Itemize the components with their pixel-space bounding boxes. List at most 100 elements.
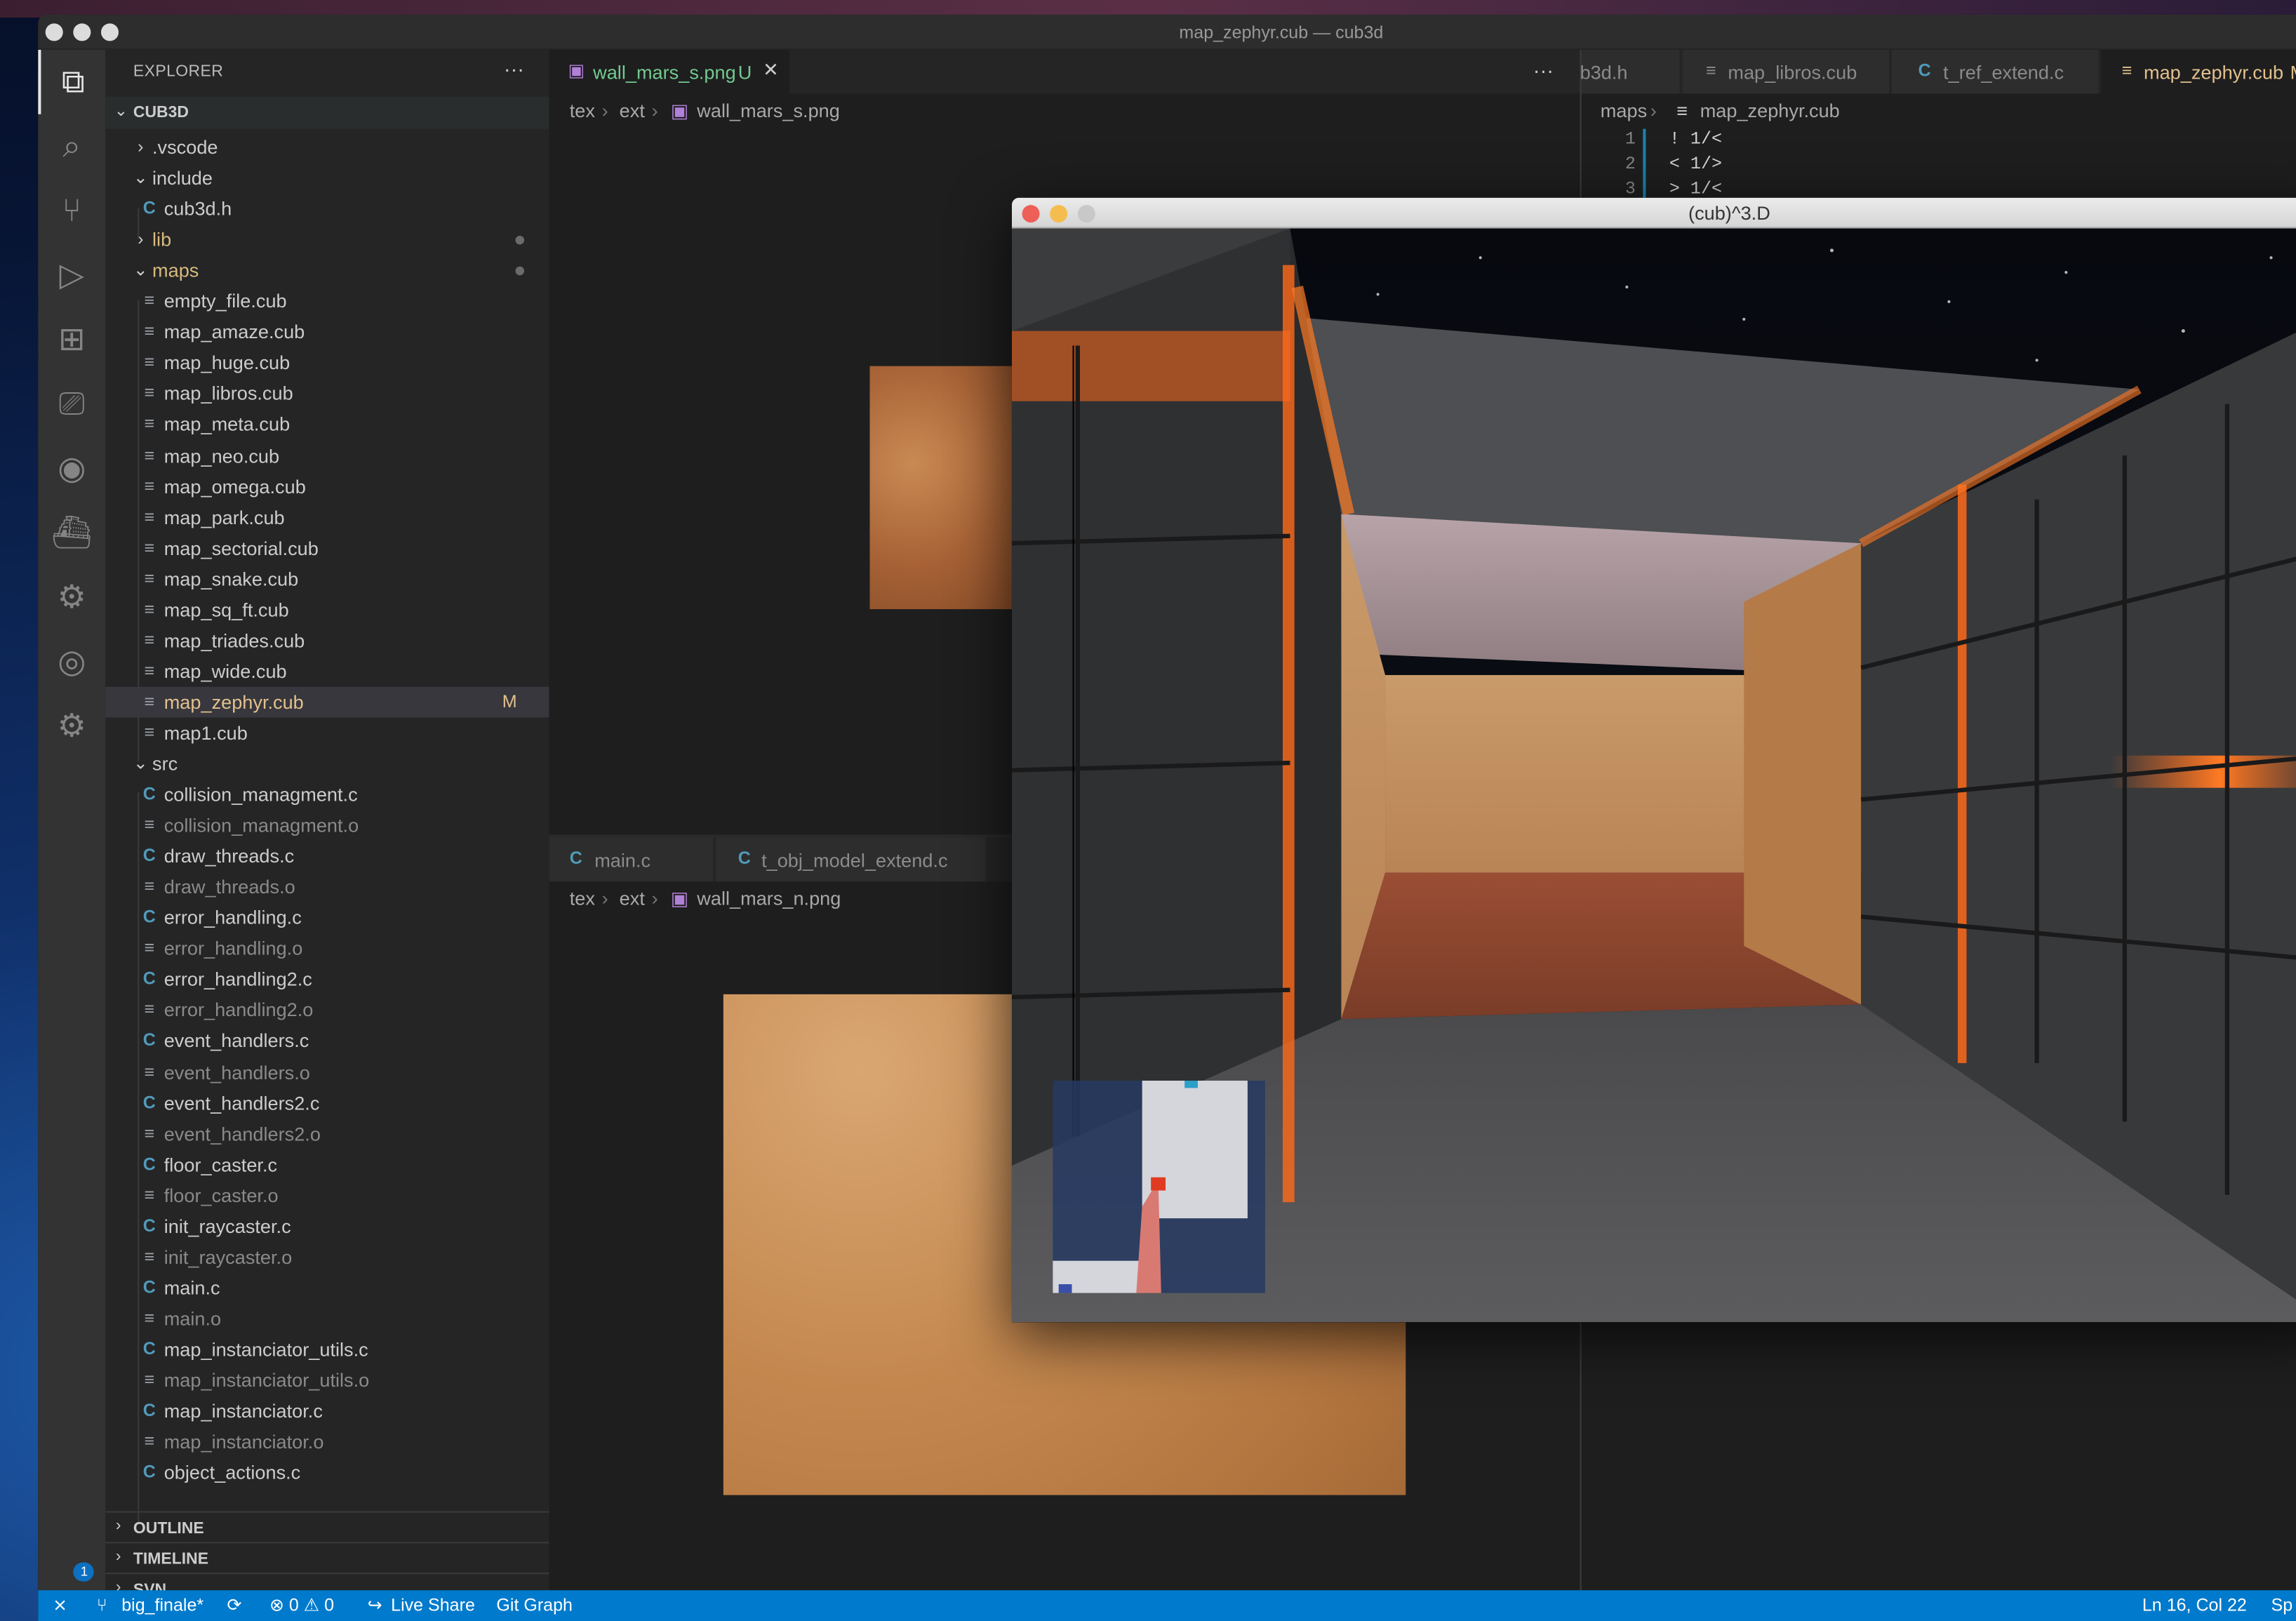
section-outline[interactable]: › OUTLINE <box>105 1511 549 1542</box>
breadcrumb-item[interactable]: wall_mars_s.png <box>697 100 840 121</box>
folder-item[interactable]: ⌄ src <box>105 748 549 779</box>
tab-cub3d-h[interactable]: b3d.h <box>1580 49 1681 94</box>
folder-item[interactable]: › .vscode <box>105 132 549 163</box>
tab-main-c[interactable]: C main.c <box>549 837 715 882</box>
file-name: map_libros.cub <box>163 382 293 405</box>
run-debug-icon[interactable]: ▷ <box>38 243 105 307</box>
file-item[interactable]: ≡ map_amaze.cub <box>105 316 549 347</box>
source-control-icon[interactable]: ⑂15 <box>38 179 105 1582</box>
file-item[interactable]: ≡ error_handling.o <box>105 933 549 964</box>
file-item[interactable]: ≡ map_instanciator.o <box>105 1427 549 1457</box>
accounts-icon[interactable]: ◎ 1 <box>38 629 105 1582</box>
project-folder-header[interactable]: ⌄ CUB3D <box>105 96 549 129</box>
manage-gear-icon[interactable]: ⚙ <box>38 694 105 759</box>
tab-t-obj-model-extend[interactable]: C t_obj_model_extend.c <box>716 837 987 882</box>
file-item[interactable]: Cobject_actions.c <box>105 1457 549 1488</box>
right-sand-wall <box>1744 543 1862 1005</box>
file-name: map_zephyr.cub <box>163 691 304 714</box>
file-item[interactable]: ≡ event_handlers2.o <box>105 1118 549 1149</box>
file-item[interactable]: ≡ map_huge.cub <box>105 347 549 378</box>
explorer-icon[interactable]: ⧉ <box>38 49 105 114</box>
file-lines-icon: ≡ <box>144 629 155 651</box>
file-item[interactable]: Cinit_raycaster.c <box>105 1210 549 1241</box>
explorer-more-icon[interactable]: ··· <box>504 57 524 80</box>
live-share-button[interactable]: Live Share <box>391 1594 475 1615</box>
file-item[interactable]: Cfloor_caster.c <box>105 1149 549 1180</box>
file-item[interactable]: ≡ main.o <box>105 1303 549 1334</box>
tab-t-ref-extend[interactable]: C t_ref_extend.c <box>1892 49 2100 94</box>
file-item[interactable]: Ccub3d.h <box>105 194 549 225</box>
problems-indicator[interactable]: ⊗ 0 ⚠ 0 <box>269 1594 334 1615</box>
file-item[interactable]: Cevent_handlers2.c <box>105 1087 549 1118</box>
branch-name[interactable]: big_finale* <box>121 1594 203 1615</box>
close-icon[interactable]: ✕ <box>763 58 779 81</box>
breadcrumb-item[interactable]: ext <box>620 888 645 909</box>
file-item[interactable]: ≡ map_triades.cub <box>105 625 549 656</box>
minimap-object-marker <box>1058 1284 1072 1293</box>
file-name: map_sectorial.cub <box>163 537 319 559</box>
folder-item[interactable]: ⌄ maps <box>105 255 549 286</box>
file-item[interactable]: ≡ map_sectorial.cub <box>105 533 549 563</box>
breadcrumb-item[interactable]: tex <box>570 100 595 121</box>
c-file-icon: C <box>142 1400 156 1421</box>
file-item[interactable]: ≡ map_zephyr.cub M <box>105 686 549 718</box>
c-file-icon: C <box>142 197 156 219</box>
sync-icon[interactable]: ⟳ <box>227 1594 241 1615</box>
file-item[interactable]: ≡ floor_caster.o <box>105 1180 549 1210</box>
tab-wall-mars-s[interactable]: ▣ wall_mars_s.png U ✕ <box>549 49 791 94</box>
cub3d-game-window[interactable]: (cub)^3.D <box>1011 197 2296 1323</box>
file-item[interactable]: Cmain.c <box>105 1272 549 1303</box>
file-item[interactable]: ≡ map_meta.cub <box>105 409 549 440</box>
file-item[interactable]: ≡ map1.cub <box>105 717 549 748</box>
breadcrumb-item[interactable]: map_zephyr.cub <box>1700 100 1840 121</box>
file-name: error_handling.o <box>163 938 303 960</box>
remote-indicator[interactable]: ⨯ <box>53 1594 67 1615</box>
remote-explorer-icon[interactable]: ⎚ <box>38 372 105 436</box>
indentation-setting[interactable]: Sp <box>2271 1594 2293 1615</box>
breadcrumb-item[interactable]: ext <box>620 100 645 121</box>
file-item[interactable]: ≡ map_wide.cub <box>105 656 549 687</box>
file-item[interactable]: ≡ map_libros.cub <box>105 378 549 409</box>
file-item[interactable]: Cerror_handling.c <box>105 902 549 933</box>
file-item[interactable]: ≡ draw_threads.o <box>105 872 549 902</box>
file-name: map1.cub <box>163 721 248 744</box>
cursor-position[interactable]: Ln 16, Col 22 <box>2142 1594 2247 1615</box>
breadcrumb-item[interactable]: tex <box>570 888 595 909</box>
extensions-icon[interactable]: ⊞1 <box>38 307 105 1582</box>
settings-sync-icon[interactable]: ⚙ <box>38 565 105 629</box>
breadcrumb-item[interactable]: wall_mars_n.png <box>697 888 841 909</box>
file-item[interactable]: ≡ init_raycaster.o <box>105 1241 549 1272</box>
file-item[interactable]: ≡ error_handling2.o <box>105 995 549 1026</box>
section-timeline[interactable]: › TIMELINE <box>105 1542 549 1573</box>
file-item[interactable]: ≡ map_neo.cub <box>105 440 549 471</box>
file-item[interactable]: Cdraw_threads.c <box>105 841 549 872</box>
file-item[interactable]: ≡ map_sq_ft.cub <box>105 594 549 625</box>
git-graph-button[interactable]: Git Graph <box>496 1594 573 1615</box>
file-item[interactable]: ≡ map_omega.cub <box>105 471 549 502</box>
tab-map-libros[interactable]: ≡ map_libros.cub <box>1682 49 1890 94</box>
chevron-right-icon: › <box>601 99 608 122</box>
search-icon[interactable]: ⌕ <box>38 114 105 179</box>
file-item[interactable]: ≡ event_handlers.o <box>105 1057 549 1088</box>
file-item[interactable]: ≡ map_snake.cub <box>105 563 549 594</box>
editor-more-icon[interactable]: ··· <box>1533 58 1554 81</box>
folder-item[interactable]: › lib <box>105 225 549 255</box>
file-item[interactable]: Ccollision_managment.c <box>105 779 549 810</box>
breadcrumb-item[interactable]: maps <box>1601 100 1647 121</box>
c-file-icon: C <box>142 845 156 866</box>
file-name: event_handlers2.c <box>163 1091 320 1114</box>
file-item[interactable]: ≡ collision_managment.o <box>105 810 549 841</box>
folder-item[interactable]: ⌄ include <box>105 163 549 194</box>
file-item[interactable]: Cmap_instanciator.c <box>105 1396 549 1427</box>
file-item[interactable]: Cerror_handling2.c <box>105 964 549 995</box>
docker-icon[interactable]: ⛴ <box>38 501 105 566</box>
tab-map-zephyr[interactable]: ≡ map_zephyr.cub M <box>2101 49 2296 94</box>
file-item[interactable]: ≡ empty_file.cub <box>105 286 549 316</box>
file-item[interactable]: ≡ map_instanciator_utils.o <box>105 1365 549 1396</box>
file-item[interactable]: Cevent_handlers.c <box>105 1026 549 1057</box>
tab-label: wall_mars_s.png <box>593 61 736 84</box>
file-item[interactable]: ≡ map_park.cub <box>105 502 549 533</box>
c-file-icon: C <box>142 1338 156 1359</box>
file-item[interactable]: Cmap_instanciator_utils.c <box>105 1334 549 1365</box>
github-icon[interactable]: ◉ <box>38 436 105 501</box>
